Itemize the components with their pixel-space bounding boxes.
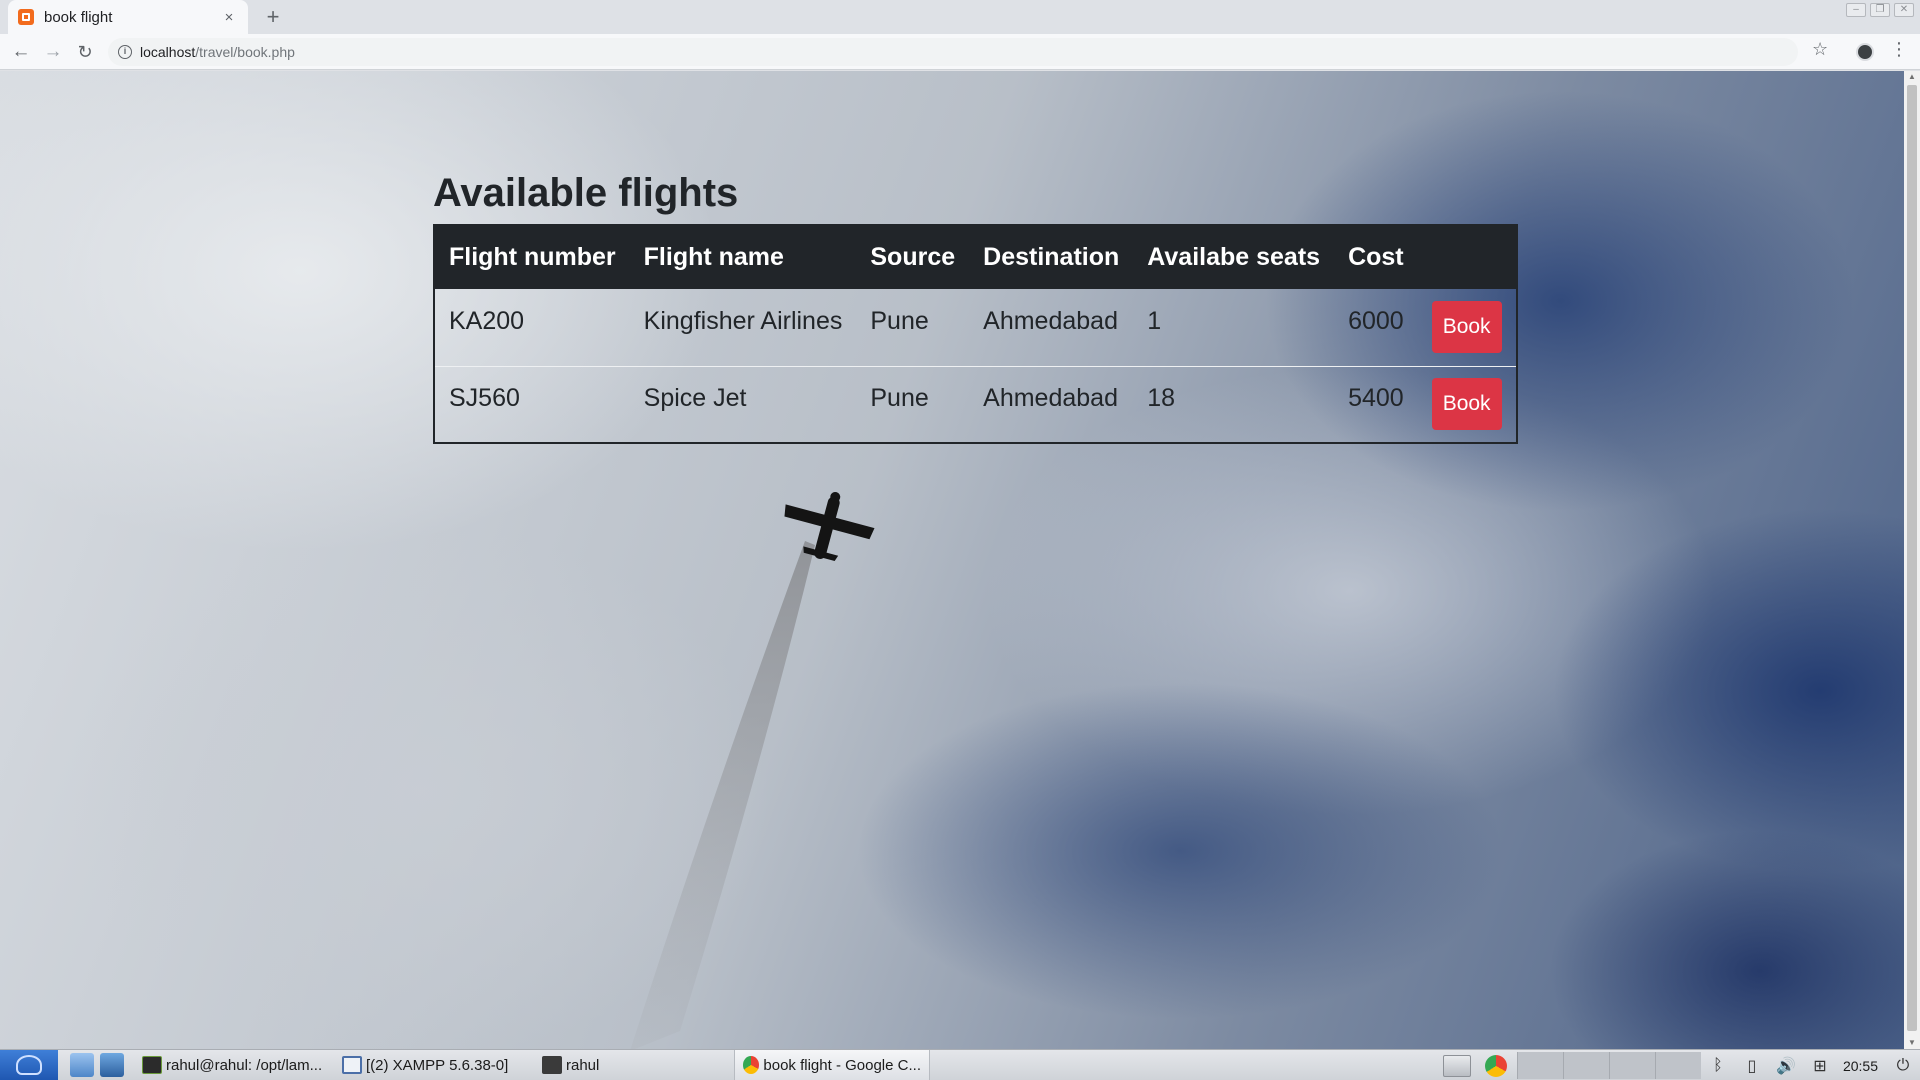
start-menu-button[interactable] xyxy=(0,1049,58,1080)
tab-close-button[interactable]: × xyxy=(220,9,238,26)
cell-action: Book xyxy=(1418,289,1517,366)
book-button[interactable]: Book xyxy=(1431,301,1502,354)
chrome-tray-icon[interactable] xyxy=(1484,1054,1507,1077)
favicon-icon xyxy=(18,9,34,25)
cell-flight-name: Kingfisher Airlines xyxy=(643,306,843,335)
taskbar-item-folder[interactable]: rahul xyxy=(534,1050,734,1080)
tab-title: book flight xyxy=(44,8,113,26)
airplane-background-image xyxy=(630,491,875,1049)
page-viewport: Available flights Flight number Flight n… xyxy=(0,71,1904,1049)
system-tray: ᛒ ▯ 🔊 ⊞ 20:55 ⏻ xyxy=(1442,1050,1920,1080)
column-header-seats: Availabe seats xyxy=(1133,225,1335,289)
minimize-icon[interactable]: – xyxy=(1846,3,1866,17)
cell-action: Book xyxy=(1417,365,1517,443)
scroll-down-icon[interactable]: ▼ xyxy=(1904,1037,1920,1049)
cell-flight-number: SJ560 xyxy=(434,365,630,443)
browser-toolbar: ← → ↻ i localhost /travel/book.php ☆ ⋮ xyxy=(0,34,1920,70)
column-header-flight-name: Flight name xyxy=(629,225,857,289)
taskbar-item-chrome[interactable]: book flight - Google C... xyxy=(734,1049,930,1080)
cell-seats: 18 xyxy=(1133,365,1335,443)
network-icon[interactable]: ⊞ xyxy=(1809,1056,1831,1076)
column-header-destination: Destination xyxy=(969,225,1134,289)
folder-icon xyxy=(542,1056,562,1074)
vertical-scrollbar[interactable]: ▲ ▼ xyxy=(1904,71,1920,1049)
workspace-2[interactable] xyxy=(1562,1052,1609,1079)
power-icon[interactable]: ⏻ xyxy=(1892,1057,1914,1075)
cell-flight-number: KA200 xyxy=(449,306,525,335)
terminal-icon xyxy=(142,1056,162,1074)
volume-icon[interactable]: 🔊 xyxy=(1775,1056,1797,1076)
column-header-flight-number: Flight number xyxy=(434,225,630,289)
cell-cost: 6000 xyxy=(1348,306,1404,335)
cell-flight-name: Spice Jet xyxy=(629,365,857,443)
profile-icon[interactable] xyxy=(1856,43,1874,61)
window-controls: – ❐ ✕ xyxy=(1846,3,1914,17)
maximize-icon[interactable]: ❐ xyxy=(1870,3,1890,17)
workspace-4[interactable] xyxy=(1654,1052,1701,1079)
clock[interactable]: 20:55 xyxy=(1843,1058,1878,1074)
reload-icon[interactable]: ↻ xyxy=(72,39,98,65)
chrome-icon xyxy=(743,1056,760,1074)
cell-destination: Ahmedabad xyxy=(983,306,1118,335)
tab-strip: book flight × + – ❐ ✕ xyxy=(0,0,1920,34)
workspace-1[interactable] xyxy=(1516,1052,1563,1079)
book-button[interactable]: Book xyxy=(1431,378,1502,431)
column-header-source: Source xyxy=(856,225,970,289)
cell-source: Pune xyxy=(870,306,929,335)
flights-table: Flight number Flight name Source Destina… xyxy=(433,224,1518,444)
address-bar[interactable]: i localhost /travel/book.php xyxy=(108,38,1798,66)
show-desktop-icon[interactable] xyxy=(70,1053,94,1077)
window-icon xyxy=(342,1056,362,1074)
workspace-3[interactable] xyxy=(1608,1052,1655,1079)
network-manager-icon[interactable] xyxy=(100,1053,124,1077)
cell-source: Pune xyxy=(856,365,970,443)
close-window-icon[interactable]: ✕ xyxy=(1894,3,1914,17)
page-title: Available flights xyxy=(433,171,739,215)
scroll-thumb[interactable] xyxy=(1907,85,1917,1031)
main-content: Available flights Flight number Flight n… xyxy=(433,171,1518,444)
forward-icon[interactable]: → xyxy=(40,39,66,65)
star-icon[interactable]: ☆ xyxy=(1812,39,1828,60)
browser-tab[interactable]: book flight × xyxy=(8,0,248,34)
cell-destination: Ahmedabad xyxy=(969,365,1134,443)
taskbar-item-xampp[interactable]: [(2) XAMPP 5.6.38-0] xyxy=(334,1050,534,1080)
url-host: localhost xyxy=(140,44,196,60)
window-list-icon[interactable] xyxy=(1442,1054,1471,1077)
taskbar: rahul@rahul: /opt/lam... [(2) XAMPP 5.6.… xyxy=(0,1049,1920,1080)
column-header-action xyxy=(1417,225,1517,289)
table-row: SJ560 Spice Jet Pune Ahmedabad 18 5400 B… xyxy=(434,365,1517,443)
column-header-cost: Cost xyxy=(1334,225,1418,289)
menu-icon[interactable]: ⋮ xyxy=(1890,39,1908,60)
table-row: KA200 Kingfisher Airlines Pune Ahmedabad… xyxy=(434,289,1517,366)
bluetooth-icon[interactable]: ᛒ xyxy=(1707,1057,1729,1075)
battery-icon[interactable]: ▯ xyxy=(1741,1056,1763,1076)
taskbar-item-terminal[interactable]: rahul@rahul: /opt/lam... xyxy=(134,1050,334,1080)
scroll-up-icon[interactable]: ▲ xyxy=(1904,71,1920,83)
new-tab-button[interactable]: + xyxy=(260,4,286,30)
table-header: Flight number Flight name Source Destina… xyxy=(434,225,1517,289)
info-icon[interactable]: i xyxy=(118,45,132,59)
cell-cost: 5400 xyxy=(1334,365,1418,443)
cell-seats: 1 xyxy=(1147,306,1162,335)
url-path: /travel/book.php xyxy=(195,44,295,60)
back-icon[interactable]: ← xyxy=(8,39,34,65)
